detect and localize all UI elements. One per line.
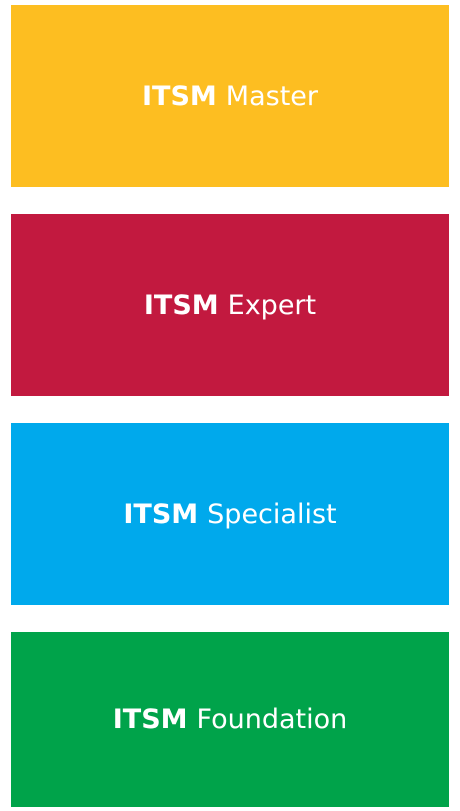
level-name: Foundation (196, 704, 348, 735)
level-prefix: ITSM (112, 704, 188, 735)
level-name: Master (225, 80, 318, 112)
level-prefix: ITSM (123, 498, 199, 530)
level-prefix: ITSM (143, 289, 219, 321)
level-expert-box: ITSM Expert (11, 214, 449, 396)
level-specialist-box: ITSM Specialist (11, 423, 449, 605)
level-prefix: ITSM (142, 80, 217, 112)
level-foundation-box: ITSM Foundation (11, 632, 449, 807)
level-name: Specialist (207, 498, 337, 530)
level-master-box: ITSM Master (11, 5, 449, 187)
level-name: Expert (227, 289, 317, 321)
itsm-level-stack: ITSM Master ITSM Expert ITSM Specialist … (11, 5, 449, 807)
